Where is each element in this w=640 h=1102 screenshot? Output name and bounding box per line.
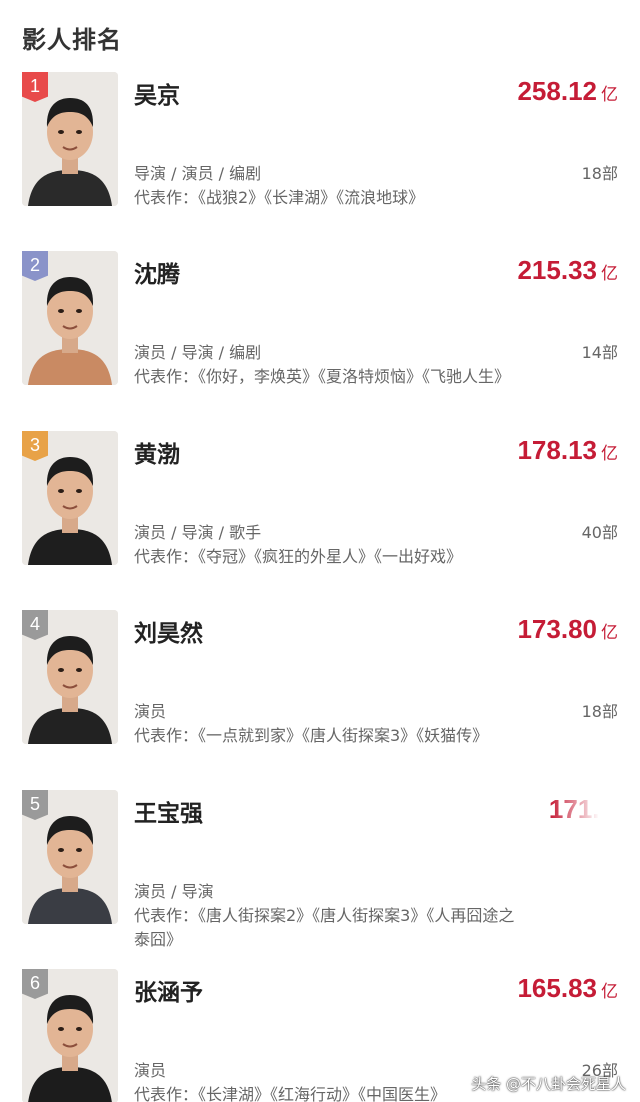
rank-badge: 3 xyxy=(22,431,48,461)
rank-badge: 1 xyxy=(22,72,48,102)
box-office-unit: 亿 xyxy=(601,444,618,463)
rank-badge: 2 xyxy=(22,251,48,281)
box-office: 165.83 亿 xyxy=(517,973,618,1004)
ranking-row[interactable]: 4 刘昊然 173.80 亿 演员 18部 代表作：《一点就到家》《唐人街探案3》… xyxy=(0,610,640,760)
box-office: 258.12 亿 xyxy=(517,76,618,107)
film-count: 14部 xyxy=(581,343,618,362)
box-office: 178.13 亿 xyxy=(517,435,618,466)
representative-works: 代表作：《夺冠》《疯狂的外星人》《一出好戏》 xyxy=(134,547,463,566)
rank-badge: 4 xyxy=(22,610,48,640)
roles: 导演 / 演员 / 编剧 xyxy=(134,164,262,183)
representative-works: 代表作：《长津湖》《红海行动》《中国医生》 xyxy=(134,1085,447,1102)
box-office-value: 215.33 xyxy=(517,255,597,285)
ranking-row[interactable]: 2 沈腾 215.33 亿 演员 / 导演 / 编剧 14部 代表作：《你好，李焕… xyxy=(0,251,640,401)
roles: 演员 / 导演 / 编剧 xyxy=(134,343,262,362)
box-office-unit: 亿 xyxy=(601,85,618,104)
box-office-value: 165.83 xyxy=(517,973,597,1003)
representative-works: 代表作：《一点就到家》《唐人街探案3》《妖猫传》 xyxy=(134,726,489,745)
person-name[interactable]: 王宝强 xyxy=(134,794,203,828)
box-office: 215.33 亿 xyxy=(517,255,618,286)
roles: 演员 xyxy=(134,1061,167,1080)
faded-area xyxy=(550,780,640,930)
person-name[interactable]: 沈腾 xyxy=(134,255,180,289)
box-office-value: 178.13 xyxy=(517,435,597,465)
box-office-unit: 亿 xyxy=(601,982,618,1001)
rank-badge: 5 xyxy=(22,790,48,820)
box-office-unit: 亿 xyxy=(601,264,618,283)
film-count: 40部 xyxy=(581,523,618,542)
person-name[interactable]: 黄渤 xyxy=(134,435,180,469)
box-office-unit: 亿 xyxy=(601,623,618,642)
roles: 演员 xyxy=(134,702,167,721)
representative-works: 代表作：《唐人街探案2》《唐人街探案3》《人再囧途之泰囧》 xyxy=(134,906,515,949)
roles: 演员 / 导演 / 歌手 xyxy=(134,523,262,542)
representative-works: 代表作：《战狼2》《长津湖》《流浪地球》 xyxy=(134,188,425,207)
rank-badge: 6 xyxy=(22,969,48,999)
ranking-page: 影人排名 1 吴京 258.12 亿 导演 / 演员 / 编剧 18部 代表作：《… xyxy=(0,0,640,1102)
box-office: 173.80 亿 xyxy=(517,614,618,645)
person-name[interactable]: 张涵予 xyxy=(134,973,203,1007)
roles: 演员 / 导演 xyxy=(134,882,214,901)
page-title: 影人排名 xyxy=(22,26,122,54)
watermark: 头条 @不八卦会死星人 xyxy=(471,1075,626,1093)
box-office-value: 173.80 xyxy=(517,614,597,644)
film-count: 18部 xyxy=(581,164,618,183)
person-name[interactable]: 刘昊然 xyxy=(134,614,203,648)
ranking-row[interactable]: 3 黄渤 178.13 亿 演员 / 导演 / 歌手 40部 代表作：《夺冠》《疯… xyxy=(0,431,640,581)
ranking-row[interactable]: 5 王宝强 171.0 演员 / 导演 代表作：《唐人街探案2》《唐人街探案3》… xyxy=(0,790,640,949)
representative-works: 代表作：《你好，李焕英》《夏洛特烦恼》《飞驰人生》 xyxy=(134,367,511,386)
box-office-value: 258.12 xyxy=(517,76,597,106)
film-count: 18部 xyxy=(581,702,618,721)
ranking-row[interactable]: 1 吴京 258.12 亿 导演 / 演员 / 编剧 18部 代表作：《战狼2》《… xyxy=(0,72,640,222)
person-name[interactable]: 吴京 xyxy=(134,76,180,110)
